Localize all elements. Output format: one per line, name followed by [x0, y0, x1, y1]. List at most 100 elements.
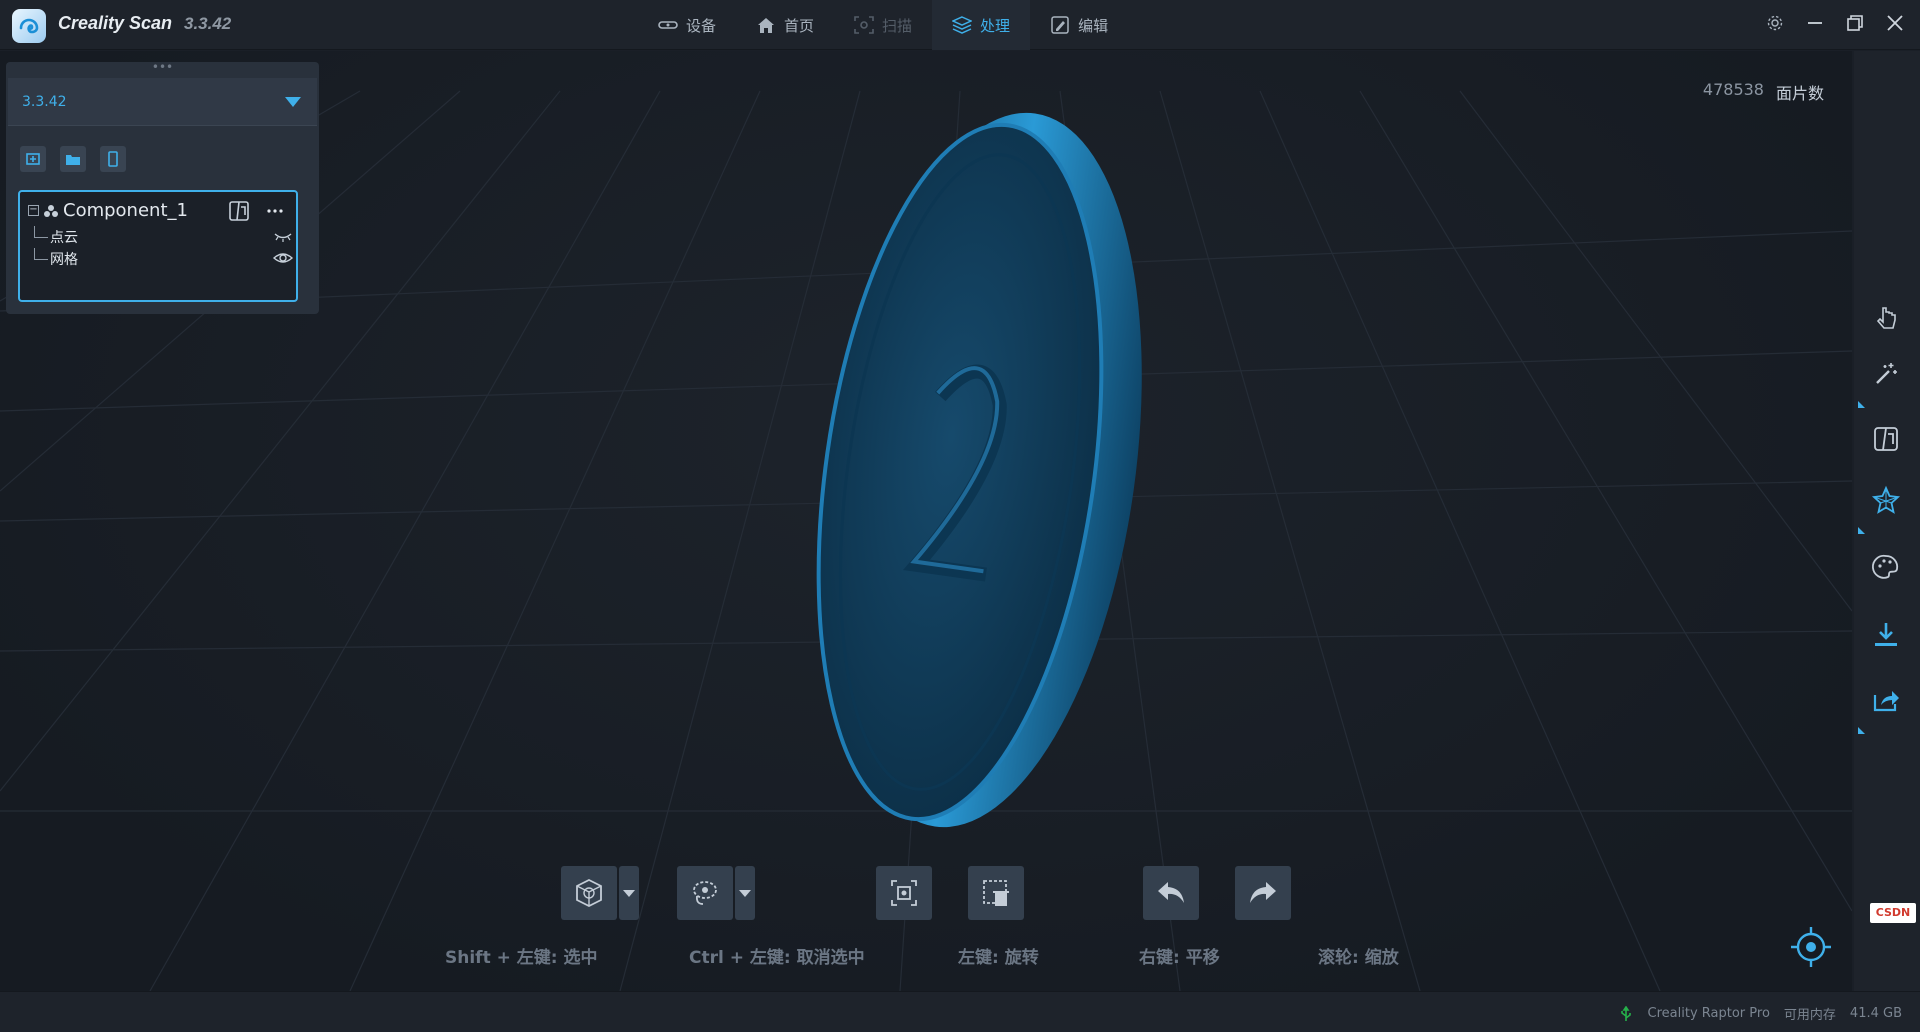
hint-deselect: Ctrl + 左键: 取消选中: [689, 948, 865, 968]
share-icon: [1873, 691, 1899, 712]
cube-select-icon: [576, 878, 602, 908]
device-name: Creality Raptor Pro: [1647, 1006, 1770, 1021]
select-connected-icon: [891, 880, 917, 906]
face-count: 478538 面片数: [1703, 80, 1824, 104]
redo-icon: [1250, 882, 1276, 903]
title-bar: Creality Scan 3.3.42 设备 首页 扫描 处理 编辑: [0, 0, 1920, 50]
texture-tool-button[interactable]: [1870, 551, 1902, 583]
folder-icon: [66, 155, 80, 165]
minimize-button[interactable]: [1804, 10, 1826, 36]
export-button[interactable]: [1870, 619, 1902, 651]
select-connected-button[interactable]: [876, 866, 932, 920]
split-tool-button[interactable]: [1870, 423, 1902, 455]
tree-branch: [34, 248, 48, 260]
panel-toolbar: [20, 146, 126, 172]
download-icon: [1875, 623, 1897, 646]
restore-icon: [1847, 15, 1863, 31]
redo-button[interactable]: [1235, 866, 1291, 920]
tree-item-point-cloud[interactable]: 点云: [34, 226, 292, 248]
restore-button[interactable]: [1844, 10, 1866, 36]
window-controls: [1764, 10, 1906, 36]
tab-device[interactable]: 设备: [638, 0, 736, 50]
tab-label: 处理: [980, 16, 1011, 35]
close-icon: [1887, 15, 1903, 31]
delete-selection-icon: [983, 880, 1009, 906]
project-select[interactable]: 3.3.42: [8, 78, 317, 126]
close-button[interactable]: [1884, 10, 1906, 36]
split-icon[interactable]: [228, 200, 250, 222]
logo-icon: [19, 18, 39, 34]
collapse-toggle[interactable]: −: [28, 205, 39, 216]
settings-button[interactable]: [1764, 10, 1786, 36]
tab-home[interactable]: 首页: [736, 0, 834, 50]
mesh-tool-button[interactable]: [1858, 484, 1902, 534]
hint-zoom: 滚轮: 缩放: [1318, 948, 1399, 968]
component-name: Component_1: [63, 200, 188, 221]
gear-icon: [1767, 15, 1783, 31]
tab-label: 首页: [784, 16, 815, 35]
coin-mesh-model[interactable]: [780, 100, 1160, 840]
recenter-view-button[interactable]: [1788, 924, 1834, 970]
usb-icon: [1620, 1005, 1631, 1021]
component-row[interactable]: − Component_1: [28, 200, 188, 221]
eye-closed-icon[interactable]: [272, 227, 294, 245]
watermark-badge: CSDN: [1870, 903, 1916, 923]
model-tree-panel: ••• 3.3.42 − Component_1 点云 网格: [6, 61, 319, 314]
tab-scan[interactable]: 扫描: [834, 0, 932, 50]
hint-pan: 右键: 平移: [1139, 948, 1220, 968]
tab-label: 编辑: [1078, 16, 1109, 35]
hint-select: Shift + 左键: 选中: [445, 948, 598, 968]
chevron-down-icon: [285, 97, 301, 107]
app-logo: [12, 9, 46, 43]
app-version: 3.3.42: [184, 14, 232, 33]
app-name: Creality Scan: [58, 13, 173, 33]
lasso-select-dropdown[interactable]: [735, 866, 755, 920]
select-mode-dropdown[interactable]: [619, 866, 639, 920]
lasso-icon: [693, 881, 717, 905]
undo-button[interactable]: [1143, 866, 1199, 920]
project-select-value: 3.3.42: [22, 94, 67, 110]
device-file-button[interactable]: [100, 146, 126, 172]
import-button[interactable]: [20, 146, 46, 172]
component-icon: [44, 204, 58, 217]
split-icon: [1874, 427, 1898, 451]
tab-label: 设备: [686, 16, 717, 35]
select-mode-button[interactable]: [561, 866, 617, 920]
open-folder-button[interactable]: [60, 146, 86, 172]
status-bar: Creality Raptor Pro 可用内存 41.4 GB: [0, 991, 1920, 1032]
delete-selection-button[interactable]: [968, 866, 1024, 920]
lasso-select-button[interactable]: [677, 866, 733, 920]
more-icon[interactable]: [264, 200, 286, 222]
memory-label: 可用内存: [1783, 1008, 1836, 1023]
hand-pointer-icon: [1876, 307, 1896, 329]
scan-icon: [854, 16, 874, 34]
edit-icon: [1051, 16, 1069, 34]
tree-item-label: 点云: [50, 230, 78, 246]
tree-branch: [34, 226, 48, 238]
memory-value: 41.4 GB: [1849, 1006, 1902, 1021]
right-toolbar: CSDN: [1854, 51, 1920, 991]
face-count-label: 面片数: [1775, 84, 1824, 103]
share-button[interactable]: [1858, 684, 1902, 734]
submenu-indicator: [1858, 401, 1865, 408]
tab-process[interactable]: 处理: [932, 0, 1031, 50]
magic-wand-button[interactable]: [1858, 358, 1902, 408]
tab-edit[interactable]: 编辑: [1030, 0, 1128, 50]
palette-icon: [1872, 554, 1899, 579]
panel-drag-handle[interactable]: •••: [6, 61, 319, 76]
tab-label: 扫描: [882, 16, 913, 35]
star-mesh-icon: [1871, 485, 1901, 514]
tree-item-mesh[interactable]: 网格: [34, 248, 294, 270]
minimize-icon: [1808, 22, 1822, 24]
coin-mesh: [816, 112, 1142, 828]
component-actions: [228, 200, 286, 222]
magic-wand-icon: [1876, 363, 1897, 384]
layers-icon: [952, 16, 973, 34]
pointer-tool-button[interactable]: [1870, 303, 1902, 335]
status-info: Creality Raptor Pro 可用内存 41.4 GB: [1618, 1004, 1902, 1023]
component-tree: − Component_1 点云 网格: [18, 190, 298, 302]
eye-icon[interactable]: [272, 249, 294, 267]
home-icon: [758, 18, 775, 33]
submenu-indicator: [1858, 727, 1865, 734]
submenu-indicator: [1858, 527, 1865, 534]
